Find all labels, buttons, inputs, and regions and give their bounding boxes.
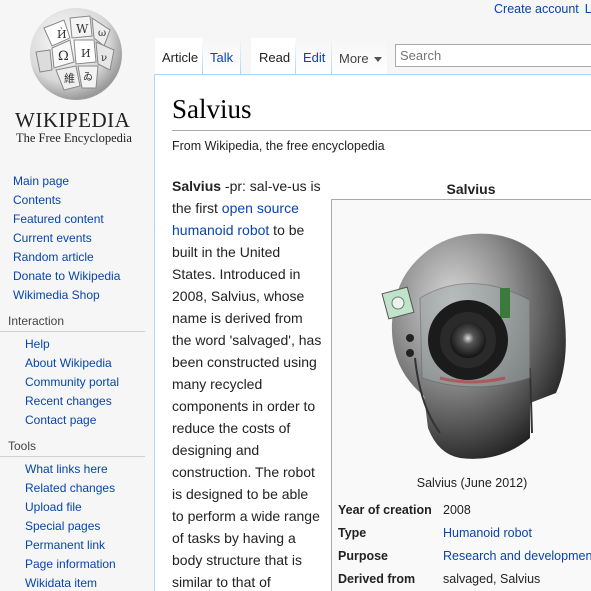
search-input[interactable] [395,44,591,67]
sidebar-item-contents[interactable]: Contents [13,193,61,207]
sidebar-item-main-page[interactable]: Main page [13,174,69,188]
login-link[interactable]: L [585,2,591,16]
infobox-label: Type [338,525,367,540]
svg-text:Ѝ: Ѝ [57,27,67,41]
tab-edit[interactable]: Edit [296,38,332,74]
sidebar-item-contact-page[interactable]: Contact page [25,413,96,427]
create-account-link[interactable]: Create account [494,2,579,16]
sidebar-item-special-pages[interactable]: Special pages [25,519,100,533]
sidebar-item-upload-file[interactable]: Upload file [25,500,82,514]
lead-text-3: to be built in the United States. Introd… [172,222,322,590]
wikipedia-logo[interactable]: Ѝ W ω Ω И ν 維 ゐ WIKIPEDIA The Free Encyc… [0,0,155,160]
infobox-label: Year of creation [338,502,432,517]
infobox-title: Salvius [446,181,496,197]
svg-text:И: И [81,47,91,60]
humanoid-robot-link[interactable]: humanoid robot [172,222,269,238]
infobox-caption: Salvius (June 2012) [416,476,528,490]
sidebar-item-page-information[interactable]: Page information [25,557,116,571]
svg-text:維: 維 [64,72,75,85]
sidebar-item-permanent-link[interactable]: Permanent link [25,538,105,552]
infobox-body: Salvius (June 2012) Year of creation 200… [331,199,591,591]
tab-read[interactable]: Read [251,38,296,74]
table-row: Type Humanoid robot [338,521,591,544]
sidebar-item-featured-content[interactable]: Featured content [13,212,104,226]
table-row: Derived from salvaged, Salvius [338,567,591,590]
tab-edit-label: Edit [303,50,326,65]
infobox: Salvius Salvius (June 2012) Year of crea… [331,175,591,591]
globe-icon: Ѝ W ω Ω И ν 維 ゐ [30,8,122,100]
page-title: Salvius [172,94,252,124]
tab-talk[interactable]: Talk [203,38,241,74]
sidebar: Main page Contents Featured content Curr… [0,172,155,591]
tools-portal: Tools What links here Related changes Up… [0,439,155,591]
wordmark: WIKIPEDIA [15,108,131,132]
sidebar-item-what-links-here[interactable]: What links here [25,462,108,476]
title-divider [172,130,591,131]
infobox-table: Year of creation 2008 Type Humanoid robo… [338,498,591,590]
purpose-link[interactable]: Research and development [443,544,591,567]
interaction-portal: Interaction Help About Wikipedia Communi… [0,314,155,430]
svg-text:ω: ω [98,28,106,39]
sidebar-item-help[interactable]: Help [25,337,50,351]
sidebar-item-donate[interactable]: Donate to Wikipedia [13,269,120,283]
navigation-list: Main page Contents Featured content Curr… [0,172,155,305]
infobox-label: Derived from [338,571,416,586]
sidebar-item-community-portal[interactable]: Community portal [25,375,119,389]
more-menu-label: More [339,51,369,66]
svg-text:W: W [76,22,89,36]
sidebar-item-related-changes[interactable]: Related changes [25,481,115,495]
sidebar-item-current-events[interactable]: Current events [13,231,92,245]
sidebar-item-wikidata-item[interactable]: Wikidata item [25,576,97,590]
tab-read-label: Read [259,50,291,65]
more-menu[interactable]: More [332,38,387,74]
personal-tools: Create account L [494,2,591,16]
tab-article[interactable]: Article [155,38,203,74]
sidebar-item-recent-changes[interactable]: Recent changes [25,394,112,408]
svg-text:ゐ: ゐ [83,71,93,83]
table-row: Purpose Research and development [338,544,591,567]
lead-bold-term: Salvius [172,178,222,194]
infobox-label: Purpose [338,548,389,563]
tools-heading: Tools [0,439,145,457]
tab-article-label: Article [162,50,199,65]
humanoid-robot-type-link[interactable]: Humanoid robot [443,521,591,544]
svg-text:Ω: Ω [58,49,69,64]
infobox-value: 2008 [443,502,471,517]
chevron-down-icon [374,57,383,63]
sidebar-item-random-article[interactable]: Random article [13,250,94,264]
site-subtitle: From Wikipedia, the free encyclopedia [172,139,385,153]
table-row: Year of creation 2008 [338,498,591,521]
interaction-heading: Interaction [0,314,145,332]
open-source-link[interactable]: open source [222,200,299,216]
robot-head-image[interactable] [380,228,570,468]
svg-text:ν: ν [101,53,107,64]
sidebar-item-wikimedia-shop[interactable]: Wikimedia Shop [13,288,100,302]
sidebar-item-about-wikipedia[interactable]: About Wikipedia [25,356,112,370]
content-area: Salvius From Wikipedia, the free encyclo… [154,74,591,591]
article-lead-paragraph: Salvius -pr: sal-ve-us is the first open… [172,175,322,591]
logo-tagline: The Free Encyclopedia [16,131,132,145]
tab-talk-label: Talk [210,50,234,65]
infobox-value: salvaged, Salvius [443,571,541,586]
